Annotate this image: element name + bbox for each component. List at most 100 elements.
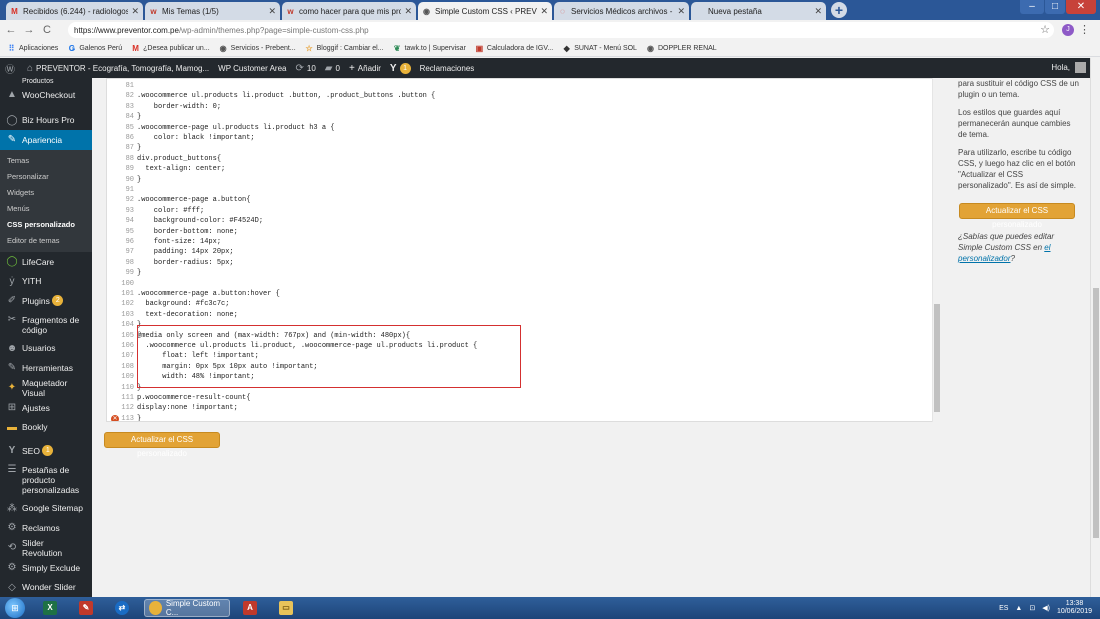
code-line[interactable]: 89 text-align: center; bbox=[107, 164, 933, 174]
code-line[interactable]: 91 bbox=[107, 185, 933, 195]
update-custom-css-button-side[interactable]: Actualizar el CSS personalizado bbox=[959, 203, 1075, 229]
code-line[interactable]: 99} bbox=[107, 268, 933, 278]
sidebar-item-wonder-slider[interactable]: ◇ Wonder Slider bbox=[0, 577, 92, 597]
bookmark-doppler-renal[interactable]: ◉ DOPPLER RENAL bbox=[646, 44, 717, 53]
code-line[interactable]: 102 background: #fc3c7c; bbox=[107, 299, 933, 309]
close-tab-icon[interactable]: ✕ bbox=[677, 6, 685, 17]
code-line[interactable]: 93 color: #fff; bbox=[107, 206, 933, 216]
sidebar-item-maquetador-visual[interactable]: ✦ Maquetador Visual bbox=[0, 378, 92, 398]
clock[interactable]: 13:38 10/06/2019 bbox=[1057, 600, 1092, 616]
code-line[interactable]: 82 .woocommerce ul.products li.product .b… bbox=[107, 91, 933, 101]
code-line[interactable]: 95 border-bottom: none; bbox=[107, 227, 933, 237]
submenu-temas[interactable]: Temas bbox=[0, 153, 92, 169]
code-line[interactable]: 101 .woocommerce-page a.button:hover { bbox=[107, 289, 933, 299]
code-line[interactable]: 112 display:none !important; bbox=[107, 403, 933, 413]
sidebar-item-yith[interactable]: ẏ YITH bbox=[0, 271, 92, 291]
sidebar-item-slider-revolution[interactable]: ⟲ Slider Revolution bbox=[0, 538, 92, 558]
site-name-menu[interactable]: ⌂ PREVENTOR - Ecografía, Tomografía, Mamo… bbox=[27, 63, 209, 74]
bookmark-tawkto[interactable]: ❦ tawk.to | Supervisar bbox=[393, 44, 466, 53]
sidebar-item-plugins[interactable]: ✐ Plugins 2 bbox=[0, 291, 92, 311]
account-menu[interactable]: Hola, bbox=[1051, 62, 1086, 73]
sidebar-item-google-sitemap[interactable]: ⁂ Google Sitemap bbox=[0, 499, 92, 519]
tab-como-hacer[interactable]: w como hacer para que mis produ ✕ bbox=[282, 2, 416, 20]
update-custom-css-button[interactable]: Actualizar el CSS personalizado bbox=[104, 432, 220, 458]
sidebar-item-usuarios[interactable]: ☻ Usuarios bbox=[0, 339, 92, 359]
taskbar-excel[interactable]: X bbox=[38, 599, 62, 617]
taskbar-explorer[interactable]: ▭ bbox=[274, 599, 298, 617]
bookmark-calculadora-igv[interactable]: ▣ Calculadora de IGV... bbox=[475, 44, 554, 53]
sidebar-item-seo[interactable]: Y SEO 1 bbox=[0, 441, 92, 461]
back-icon[interactable]: ← bbox=[4, 24, 18, 36]
forward-icon[interactable]: → bbox=[22, 24, 36, 36]
close-tab-icon[interactable]: ✕ bbox=[814, 6, 822, 17]
code-line[interactable]: 81 bbox=[107, 81, 933, 91]
code-line[interactable]: 84} bbox=[107, 112, 933, 122]
code-line[interactable]: ✕ 113} bbox=[107, 414, 933, 421]
code-line[interactable]: 83 border-width: 0; bbox=[107, 102, 933, 112]
sidebar-item-simply-exclude[interactable]: ⚙ Simply Exclude bbox=[0, 558, 92, 578]
tab-gmail[interactable]: M Recibidos (6.244) - radiologosen ✕ bbox=[6, 2, 143, 20]
bookmark-galenos[interactable]: Ǥ Galenos Perú bbox=[67, 44, 122, 53]
code-line[interactable]: 90} bbox=[107, 175, 933, 185]
close-window-button[interactable]: ✕ bbox=[1066, 0, 1096, 14]
tab-mis-temas[interactable]: w Mis Temas (1/5) ✕ bbox=[145, 2, 280, 20]
sidebar-item-herramientas[interactable]: ✎ Herramientas bbox=[0, 358, 92, 378]
sidebar-item-biz-hours-pro[interactable]: ◯ Biz Hours Pro bbox=[0, 111, 92, 131]
browser-menu-icon[interactable]: ⋮ bbox=[1079, 23, 1090, 36]
bookmark-bloggif[interactable]: ☆ Bloggif : Cambiar el... bbox=[305, 44, 384, 53]
sidebar-item-reclamos[interactable]: ⚙ Reclamos bbox=[0, 518, 92, 538]
editor-scroll-thumb[interactable] bbox=[934, 304, 940, 412]
taskbar-acrobat[interactable]: A bbox=[238, 599, 262, 617]
page-scroll-thumb[interactable] bbox=[1093, 288, 1099, 538]
bookmark-servicios[interactable]: ◉ Servicios - Prebent... bbox=[219, 44, 296, 53]
customer-area-menu[interactable]: WP Customer Area bbox=[218, 64, 286, 73]
sidebar-item-woocheckout[interactable]: ▲ WooCheckout bbox=[0, 85, 92, 105]
submenu-css-personalizado[interactable]: CSS personalizado bbox=[0, 217, 92, 233]
reload-icon[interactable]: C bbox=[40, 24, 54, 36]
code-line[interactable]: 96 font-size: 14px; bbox=[107, 237, 933, 247]
start-button[interactable]: ⊞ bbox=[5, 598, 25, 618]
taskbar-teamviewer[interactable]: ⇄ bbox=[110, 599, 134, 617]
sidebar-item-fragmentos[interactable]: ✂ Fragmentos de código bbox=[0, 311, 92, 339]
code-line[interactable]: 97 padding: 14px 20px; bbox=[107, 247, 933, 257]
profile-avatar[interactable]: J bbox=[1062, 24, 1074, 36]
address-bar[interactable]: https://www.preventor.com.pe/wp-admin/th… bbox=[68, 22, 1054, 38]
wp-logo-menu[interactable]: Ⓦ bbox=[5, 61, 18, 76]
close-tab-icon[interactable]: ✕ bbox=[540, 6, 548, 17]
bookmark-star-icon[interactable]: ☆ bbox=[1040, 23, 1050, 36]
code-line[interactable]: 111 p.woocommerce-result-count{ bbox=[107, 393, 933, 403]
updates-menu[interactable]: ⟳ 10 bbox=[295, 63, 315, 74]
bookmark-aplicaciones[interactable]: ⠿ Aplicaciones bbox=[7, 44, 59, 53]
taskbar-chrome-active[interactable]: Simple Custom C... bbox=[144, 599, 230, 617]
maximize-button[interactable]: □ bbox=[1045, 0, 1065, 14]
minimize-button[interactable]: – bbox=[1020, 0, 1044, 14]
close-tab-icon[interactable]: ✕ bbox=[268, 6, 276, 17]
close-tab-icon[interactable]: ✕ bbox=[404, 6, 412, 17]
sidebar-item-bookly[interactable]: ▬ Bookly bbox=[0, 417, 92, 437]
code-line[interactable]: 94 background-color: #F4524D; bbox=[107, 216, 933, 226]
code-line[interactable]: 103 text-decoration: none; bbox=[107, 310, 933, 320]
bookmark-desea-publicar[interactable]: M ¿Desea publicar un... bbox=[131, 44, 209, 53]
show-hidden-icons[interactable]: ▲ bbox=[1015, 605, 1022, 612]
editor-scrollbar[interactable] bbox=[932, 78, 941, 422]
bookmark-sunat[interactable]: ◆ SUNAT - Menú SOL bbox=[562, 44, 637, 53]
language-indicator[interactable]: ES bbox=[999, 605, 1008, 612]
new-tab-button[interactable]: + bbox=[831, 2, 847, 18]
code-line[interactable]: 85 .woocommerce-page ul.products li.produ… bbox=[107, 123, 933, 133]
volume-icon[interactable]: ◀) bbox=[1042, 604, 1050, 612]
code-line[interactable]: 87} bbox=[107, 143, 933, 153]
tab-nueva-pestana[interactable]: Nueva pestaña ✕ bbox=[691, 2, 826, 20]
sidebar-item-ajustes[interactable]: ⊞ Ajustes bbox=[0, 398, 92, 418]
code-line[interactable]: 98 border-radius: 5px; bbox=[107, 258, 933, 268]
code-line[interactable]: 88 div.product_buttons{ bbox=[107, 154, 933, 164]
taskbar-paint[interactable]: ✎ bbox=[74, 599, 98, 617]
page-scrollbar[interactable] bbox=[1090, 58, 1100, 597]
sidebar-item-pestanas-producto[interactable]: ☰ Pestañas de producto personalizadas bbox=[0, 461, 92, 499]
submenu-widgets[interactable]: Widgets bbox=[0, 185, 92, 201]
close-tab-icon[interactable]: ✕ bbox=[131, 6, 139, 17]
sidebar-item-lifecare[interactable]: ◯ LifeCare bbox=[0, 252, 92, 272]
code-line[interactable]: 86 color: black !important; bbox=[107, 133, 933, 143]
network-icon[interactable]: ⊡ bbox=[1029, 604, 1035, 612]
yoast-menu[interactable]: Y1 bbox=[390, 62, 411, 74]
sidebar-item-productos[interactable]: Productos bbox=[0, 78, 92, 85]
